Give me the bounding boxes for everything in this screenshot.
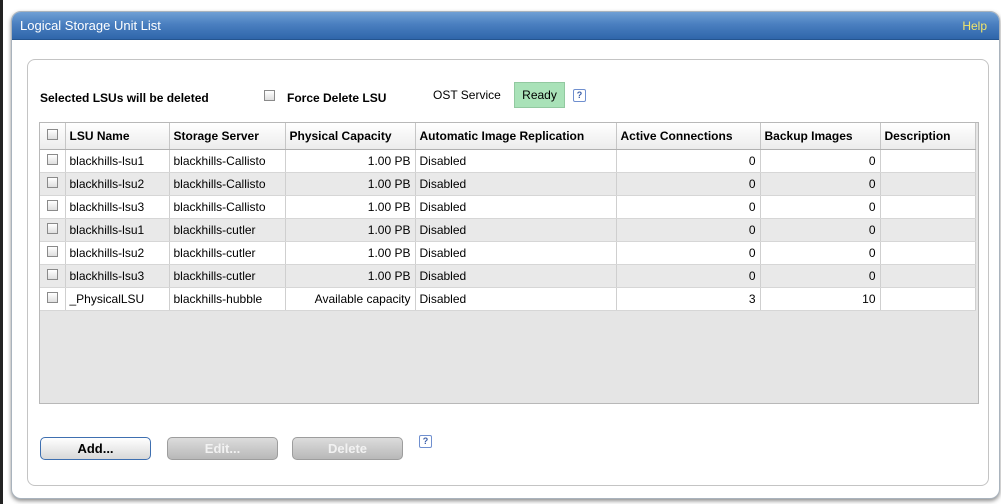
lsu-name-cell: blackhills-lsu3 (65, 195, 170, 219)
backup-images-cell: 0 (760, 218, 881, 242)
storage-server-cell: blackhills-cutler (169, 264, 286, 288)
description-cell (880, 287, 976, 311)
storage-server-cell: blackhills-cutler (169, 218, 286, 242)
selected-delete-label: Selected LSUs will be deleted (40, 91, 209, 105)
table-row[interactable]: blackhills-lsu3 blackhills-cutler 1.00 P… (40, 264, 976, 288)
row-select-cell[interactable] (40, 218, 66, 242)
lsu-name-cell: blackhills-lsu2 (65, 172, 170, 196)
physical-capacity-cell: 1.00 PB (285, 241, 416, 265)
backup-images-cell: 0 (760, 149, 881, 173)
lsu-table: LSU Name Storage Server Physical Capacit… (40, 123, 976, 311)
description-cell (880, 241, 976, 265)
row-checkbox[interactable] (46, 177, 58, 188)
active-connections-cell: 0 (616, 195, 761, 219)
table-row[interactable]: blackhills-lsu2 blackhills-cutler 1.00 P… (40, 241, 976, 265)
physical-capacity-cell: 1.00 PB (285, 264, 416, 288)
table-header-row: LSU Name Storage Server Physical Capacit… (40, 123, 976, 150)
select-all-checkbox[interactable] (46, 129, 58, 140)
lsu-table-container: LSU Name Storage Server Physical Capacit… (39, 122, 979, 404)
replication-cell: Disabled (415, 172, 617, 196)
add-button[interactable]: Add... (40, 437, 151, 460)
lsu-name-cell: blackhills-lsu2 (65, 241, 170, 265)
backup-images-cell: 0 (760, 241, 881, 265)
panel-title: Logical Storage Unit List (20, 18, 161, 33)
replication-cell: Disabled (415, 264, 617, 288)
ost-status-badge: Ready (514, 82, 565, 108)
active-connections-cell: 0 (616, 241, 761, 265)
column-header[interactable]: LSU Name (65, 123, 170, 150)
row-checkbox[interactable] (46, 154, 58, 165)
delete-button[interactable]: Delete (292, 437, 403, 460)
replication-cell: Disabled (415, 218, 617, 242)
row-select-cell[interactable] (40, 264, 66, 288)
select-all-header[interactable] (40, 123, 66, 150)
window-edge (0, 0, 3, 504)
description-cell (880, 149, 976, 173)
lsu-name-cell: _PhysicalLSU (65, 287, 170, 311)
physical-capacity-cell: Available capacity (285, 287, 416, 311)
edit-button[interactable]: Edit... (167, 437, 278, 460)
active-connections-cell: 3 (616, 287, 761, 311)
row-checkbox[interactable] (46, 246, 58, 257)
row-select-cell[interactable] (40, 287, 66, 311)
replication-cell: Disabled (415, 195, 617, 219)
table-row[interactable]: blackhills-lsu1 blackhills-Callisto 1.00… (40, 149, 976, 173)
help-link[interactable]: Help (962, 19, 987, 33)
replication-cell: Disabled (415, 287, 617, 311)
description-cell (880, 264, 976, 288)
description-cell (880, 172, 976, 196)
storage-server-cell: blackhills-Callisto (169, 149, 286, 173)
row-checkbox[interactable] (46, 200, 58, 211)
table-row[interactable]: _PhysicalLSU blackhills-hubble Available… (40, 287, 976, 311)
row-checkbox[interactable] (46, 223, 58, 234)
active-connections-cell: 0 (616, 172, 761, 196)
active-connections-cell: 0 (616, 218, 761, 242)
ost-help-icon[interactable]: ? (573, 89, 586, 102)
replication-cell: Disabled (415, 149, 617, 173)
physical-capacity-cell: 1.00 PB (285, 195, 416, 219)
column-header[interactable]: Active Connections (616, 123, 761, 150)
backup-images-cell: 0 (760, 264, 881, 288)
column-header[interactable]: Physical Capacity (285, 123, 416, 150)
physical-capacity-cell: 1.00 PB (285, 149, 416, 173)
force-delete-label: Force Delete LSU (287, 91, 387, 105)
storage-server-cell: blackhills-cutler (169, 241, 286, 265)
lsu-name-cell: blackhills-lsu1 (65, 218, 170, 242)
lsu-name-cell: blackhills-lsu1 (65, 149, 170, 173)
row-select-cell[interactable] (40, 241, 66, 265)
table-row[interactable]: blackhills-lsu3 blackhills-Callisto 1.00… (40, 195, 976, 219)
ost-service-label: OST Service (433, 88, 501, 102)
storage-server-cell: blackhills-Callisto (169, 172, 286, 196)
backup-images-cell: 10 (760, 287, 881, 311)
physical-capacity-cell: 1.00 PB (285, 218, 416, 242)
replication-cell: Disabled (415, 241, 617, 265)
row-checkbox[interactable] (46, 292, 58, 303)
lsu-content-area: Selected LSUs will be deleted Force Dele… (27, 59, 989, 486)
row-select-cell[interactable] (40, 172, 66, 196)
backup-images-cell: 0 (760, 172, 881, 196)
force-delete-checkbox[interactable] (264, 90, 275, 101)
backup-images-cell: 0 (760, 195, 881, 219)
row-select-cell[interactable] (40, 149, 66, 173)
active-connections-cell: 0 (616, 264, 761, 288)
buttons-help-icon[interactable]: ? (419, 435, 432, 448)
description-cell (880, 195, 976, 219)
table-row[interactable]: blackhills-lsu2 blackhills-Callisto 1.00… (40, 172, 976, 196)
row-select-cell[interactable] (40, 195, 66, 219)
panel-title-bar: Logical Storage Unit List Help (12, 12, 999, 40)
row-checkbox[interactable] (46, 269, 58, 280)
storage-server-cell: blackhills-Callisto (169, 195, 286, 219)
column-header[interactable]: Storage Server (169, 123, 286, 150)
lsu-name-cell: blackhills-lsu3 (65, 264, 170, 288)
column-header[interactable]: Automatic Image Replication (415, 123, 617, 150)
storage-server-cell: blackhills-hubble (169, 287, 286, 311)
lsu-list-panel: Logical Storage Unit List Help Selected … (11, 11, 1000, 499)
table-row[interactable]: blackhills-lsu1 blackhills-cutler 1.00 P… (40, 218, 976, 242)
description-cell (880, 218, 976, 242)
column-header[interactable]: Description (880, 123, 976, 150)
active-connections-cell: 0 (616, 149, 761, 173)
physical-capacity-cell: 1.00 PB (285, 172, 416, 196)
column-header[interactable]: Backup Images (760, 123, 881, 150)
options-bar: Selected LSUs will be deleted Force Dele… (28, 60, 988, 108)
